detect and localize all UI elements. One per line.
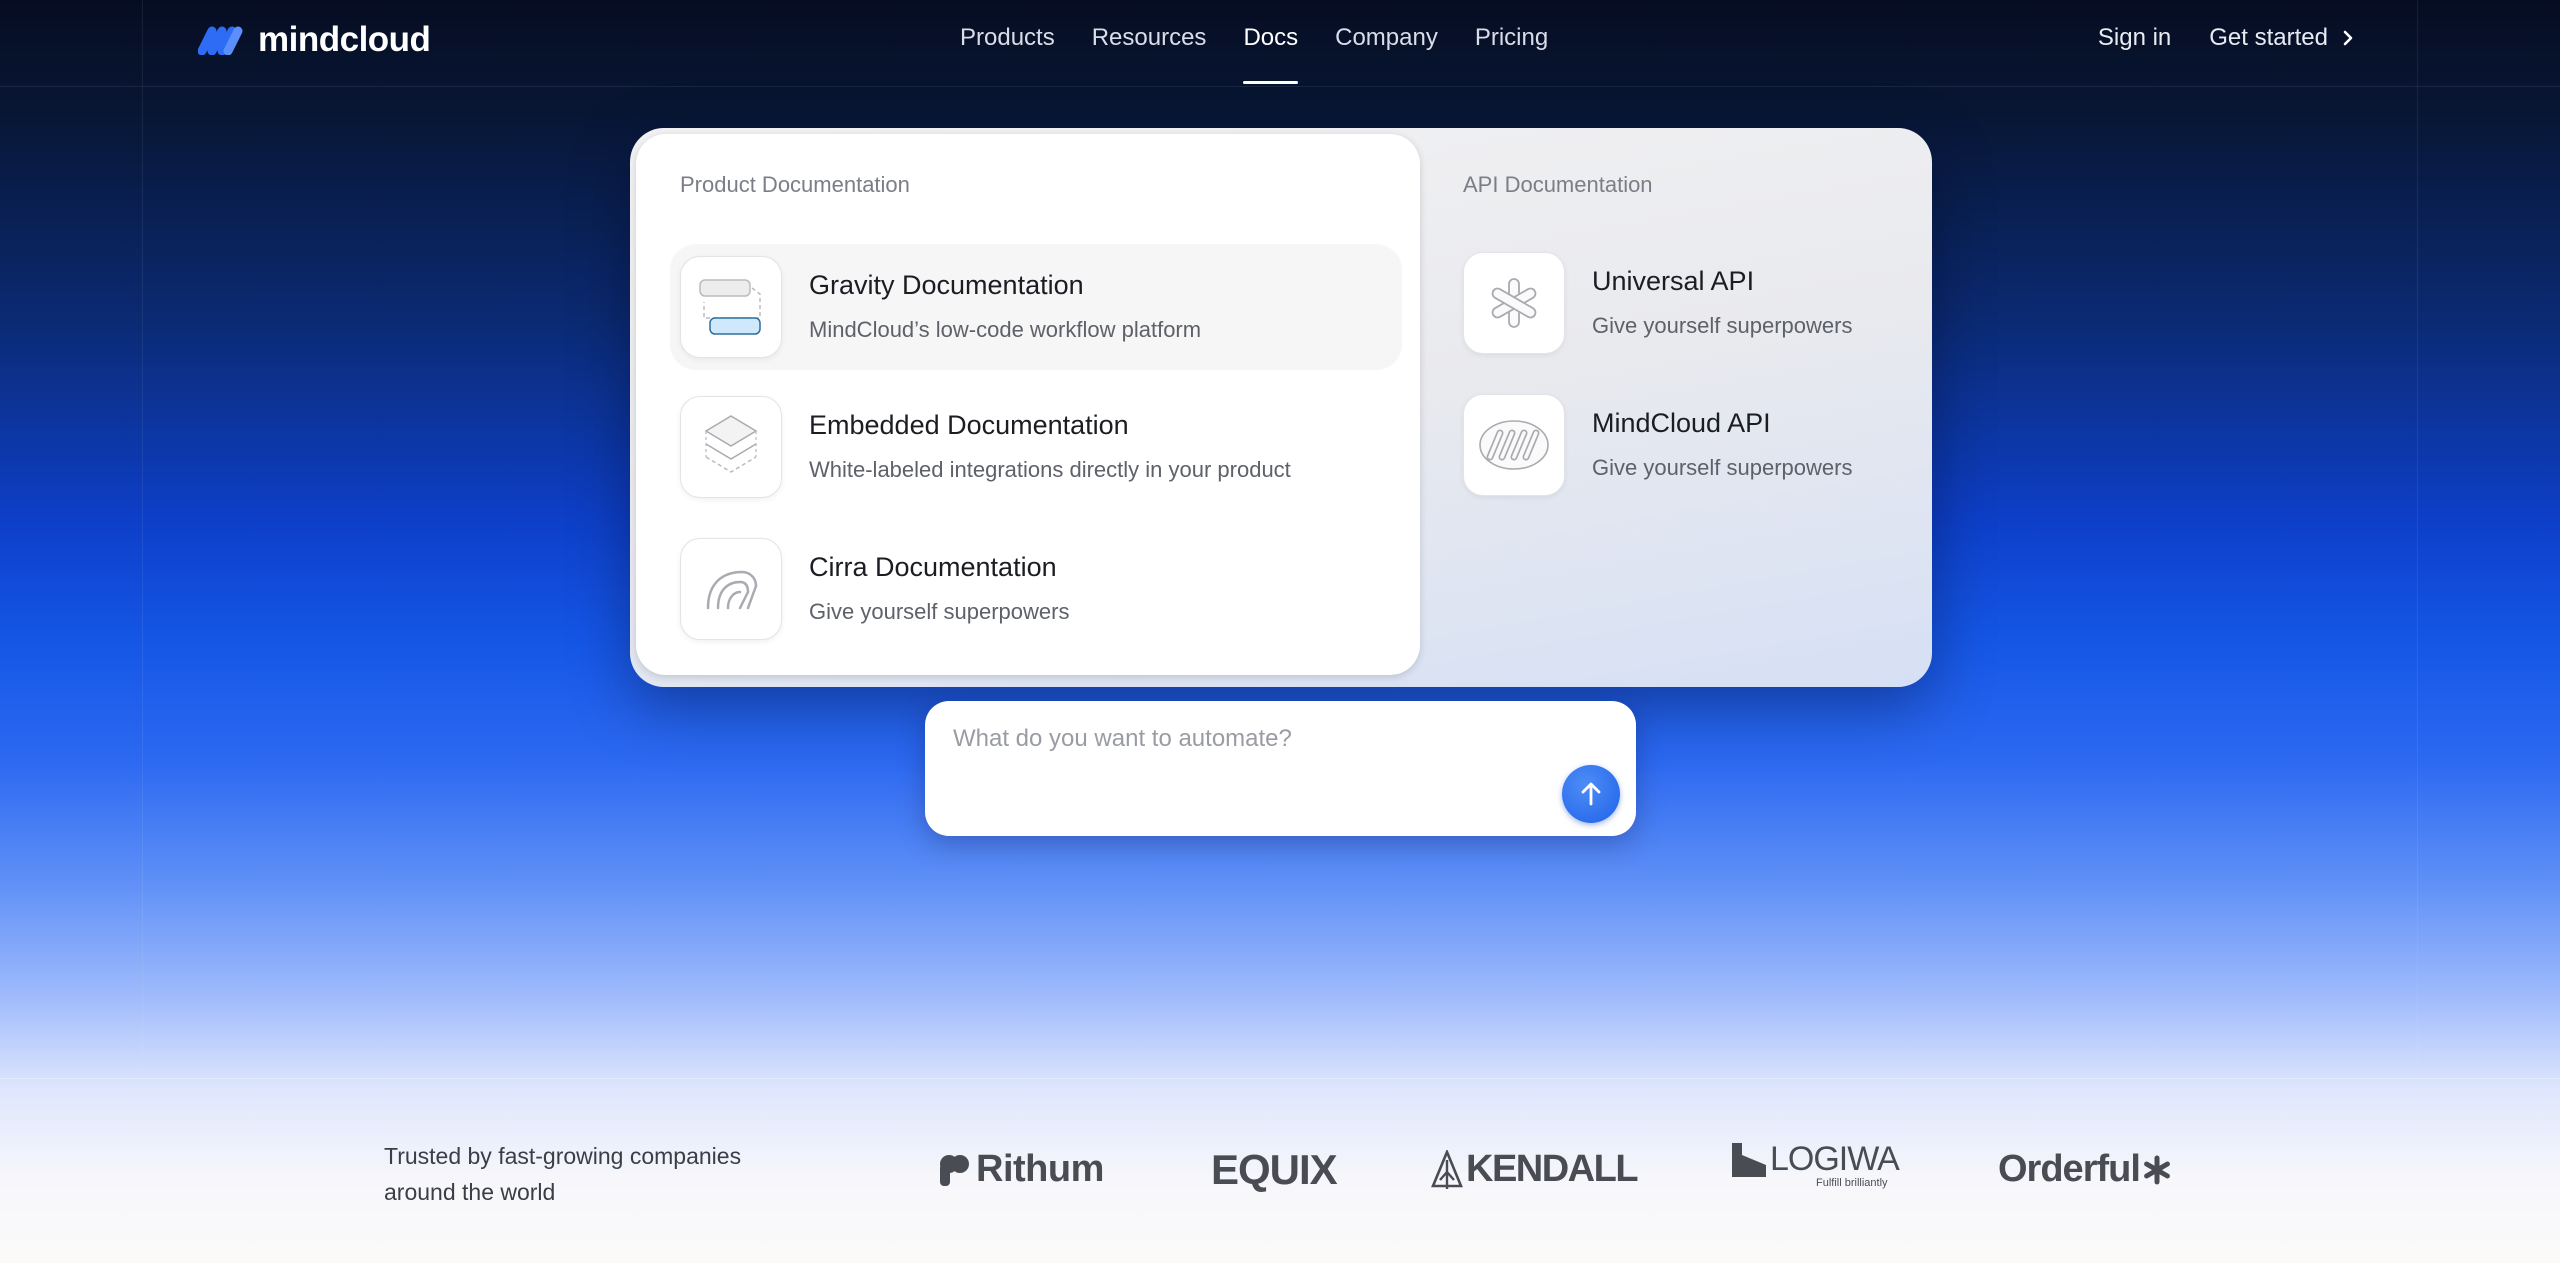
menu-item-embedded-docs[interactable]: Embedded Documentation White-labeled int… (680, 396, 1400, 498)
product-docs-panel: Product Documentation Gravity Documentat… (636, 134, 1420, 675)
cirra-icon (680, 538, 782, 640)
orderful-asterisk-icon (2144, 1155, 2170, 1184)
item-desc: White-labeled integrations directly in y… (809, 457, 1291, 482)
workflow-icon (680, 256, 782, 358)
item-desc: Give yourself superpowers (809, 599, 1070, 624)
mindcloud-logo-icon (1463, 394, 1565, 496)
item-title: Embedded Documentation (809, 410, 1129, 440)
nav-link-resources[interactable]: Resources (1092, 24, 1207, 52)
customer-logos: Rithum EQUIX KENDALL LOGIWA Fulfill bril… (0, 1140, 2560, 1210)
sign-in-link[interactable]: Sign in (2098, 24, 2171, 52)
gravity-docs-text: Gravity Documentation MindCloud’s low-co… (809, 270, 1201, 343)
logo-kendall-text: KENDALL (1466, 1148, 1639, 1190)
logo-equix: EQUIX (1211, 1146, 1338, 1194)
layers-icon (680, 396, 782, 498)
nav-link-pricing[interactable]: Pricing (1475, 24, 1548, 52)
automation-prompt-box (925, 701, 1636, 836)
api-docs-heading: API Documentation (1463, 172, 1653, 197)
nav-divider (0, 86, 2560, 87)
kendall-tree-icon (1431, 1149, 1463, 1189)
logo-logiwa-text: LOGIWA (1770, 1140, 1900, 1178)
item-title: Cirra Documentation (809, 552, 1057, 582)
top-nav: mindcloud Products Resources Docs Compan… (0, 0, 2560, 86)
logiwa-mark-icon (1732, 1143, 1766, 1177)
item-desc: Give yourself superpowers (1592, 455, 1853, 480)
nav-actions: Sign in Get started (2098, 24, 2354, 52)
item-desc: MindCloud’s low-code workflow platform (809, 317, 1202, 342)
item-title: Universal API (1592, 266, 1755, 296)
automation-prompt-input[interactable] (953, 725, 1553, 753)
universal-api-text: Universal API Give yourself superpowers (1592, 266, 1852, 339)
menu-item-mindcloud-api[interactable]: MindCloud API Give yourself superpowers (1463, 394, 1903, 496)
logo-logiwa-tagline: Fulfill brilliantly (1816, 1177, 1888, 1189)
send-button[interactable] (1562, 765, 1620, 823)
logo-equix-text: EQUIX (1211, 1146, 1338, 1193)
menu-item-cirra-docs[interactable]: Cirra Documentation Give yourself superp… (680, 538, 1400, 640)
get-started-button[interactable]: Get started (2209, 24, 2354, 52)
arrow-up-icon (1581, 782, 1601, 806)
nav-link-docs[interactable]: Docs (1243, 24, 1298, 84)
menu-item-gravity-docs[interactable]: Gravity Documentation MindCloud’s low-co… (670, 244, 1402, 370)
menu-item-universal-api[interactable]: Universal API Give yourself superpowers (1463, 252, 1903, 354)
item-desc: Give yourself superpowers (1592, 313, 1853, 338)
product-docs-heading: Product Documentation (680, 172, 910, 197)
guide-line-left (142, 0, 143, 1080)
item-title: Gravity Documentation (809, 270, 1084, 300)
section-divider (0, 1078, 2560, 1079)
asterisk-icon (1463, 252, 1565, 354)
brand-logo[interactable]: mindcloud (198, 20, 431, 60)
brand-name: mindcloud (258, 20, 431, 59)
mindcloud-api-text: MindCloud API Give yourself superpowers (1592, 408, 1852, 481)
nav-link-products[interactable]: Products (960, 24, 1055, 52)
get-started-label: Get started (2209, 24, 2328, 51)
mindcloud-logo-icon (198, 26, 243, 55)
logo-orderful-text: Orderful (1998, 1148, 2141, 1190)
cirra-docs-text: Cirra Documentation Give yourself superp… (809, 552, 1069, 625)
docs-dropdown-menu: Product Documentation Gravity Documentat… (630, 128, 1932, 687)
item-title: MindCloud API (1592, 408, 1771, 438)
logo-rithum-text: Rithum (976, 1148, 1104, 1190)
nav-links: Products Resources Docs Company Pricing (960, 24, 1585, 84)
rithum-mark-icon (940, 1154, 969, 1186)
logo-logiwa: LOGIWA Fulfill brilliantly (1730, 1140, 1900, 1189)
guide-line-right (2417, 0, 2418, 1080)
chevron-right-icon (2343, 30, 2353, 46)
embedded-docs-text: Embedded Documentation White-labeled int… (809, 410, 1291, 483)
logo-kendall: KENDALL (1430, 1148, 1639, 1191)
logo-orderful: Orderful (1998, 1148, 2172, 1191)
nav-link-company[interactable]: Company (1335, 24, 1438, 52)
logo-rithum: Rithum (938, 1148, 1104, 1191)
